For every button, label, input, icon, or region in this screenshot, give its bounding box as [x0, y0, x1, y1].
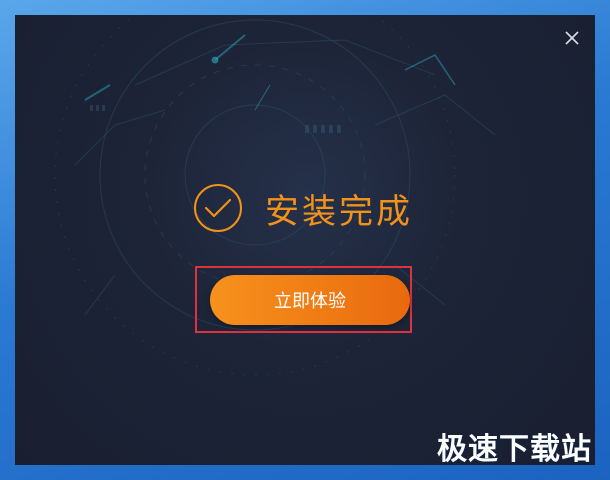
- check-circle-icon: [194, 184, 242, 232]
- site-watermark: 极速下载站: [437, 432, 592, 467]
- desktop-background: 安装完成 立即体验 极速下载站: [0, 0, 610, 480]
- start-now-button[interactable]: 立即体验: [210, 275, 410, 325]
- install-complete-text: 安装完成: [265, 191, 413, 232]
- close-button[interactable]: [561, 27, 583, 49]
- hud-background-decoration: [54, 15, 496, 376]
- installer-window: 安装完成 立即体验: [15, 15, 595, 465]
- close-icon: [565, 31, 579, 45]
- install-complete-row: 安装完成: [193, 180, 413, 236]
